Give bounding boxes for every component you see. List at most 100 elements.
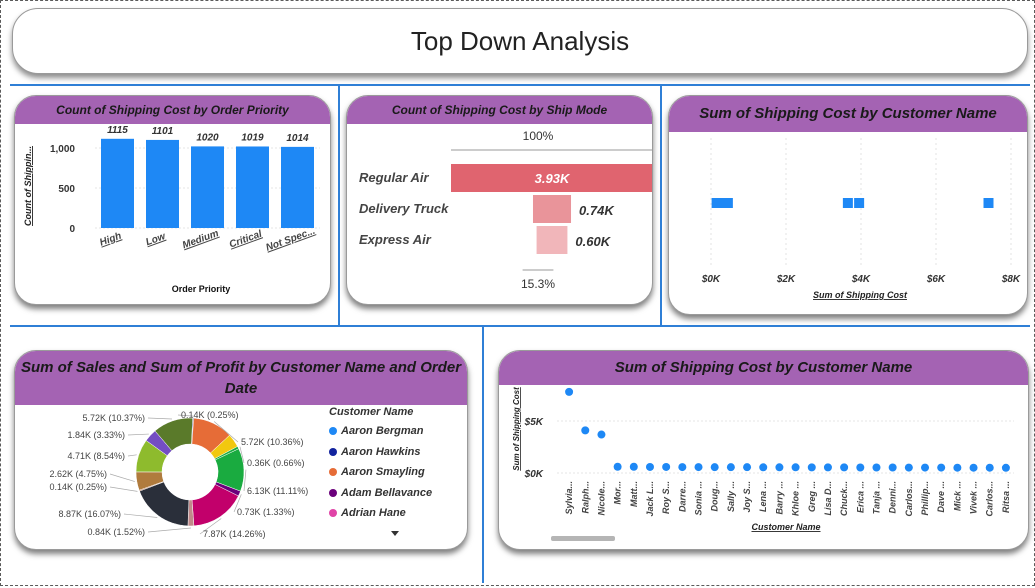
customer-cost-card-large[interactable]: Sum of Shipping Cost by Customer Name $5… [498, 350, 1029, 550]
donut-legend-item[interactable]: Aaron Smayling [329, 466, 425, 478]
horizontal-scrollbar[interactable] [551, 536, 615, 541]
sales-profit-donut-chart: 0.14K (0.25%) 5.72K (10.36%) 0.36K (0.66%)… [49, 410, 308, 539]
donut-leader-line [147, 527, 191, 533]
donut-data-label: 4.71K (8.54%) [67, 451, 125, 461]
scatter-large-category-label: Phillip... [920, 481, 930, 516]
scatter-small-xtick-label: $4K [851, 274, 871, 285]
donut-data-label: 8.87K (16.07%) [58, 509, 121, 519]
donut-legend-label: Aaron Bergman [341, 425, 424, 437]
legend-scroll-down-icon[interactable] [391, 531, 399, 536]
legend-marker-icon [329, 447, 337, 456]
donut-data-label: 0.36K (0.66%) [247, 458, 305, 468]
scatter-large-ytick-label: $0K [524, 469, 544, 480]
scatter-large-category-label: Dave ... [936, 481, 946, 513]
donut-data-label: 0.73K (1.33%) [237, 507, 295, 517]
dashboard-title-box: Top Down Analysis [12, 8, 1028, 74]
divider-right-top [660, 84, 662, 326]
priority-bar [191, 146, 224, 228]
funnel-category-label: Delivery Truck [359, 201, 449, 216]
scatter-large-point [1001, 463, 1010, 472]
scatter-large-point [581, 426, 590, 435]
donut-leader-line [123, 513, 158, 518]
funnel-data-label: 0.74K [579, 203, 615, 218]
donut-leader-line [109, 486, 138, 492]
priority-bar [146, 139, 179, 228]
donut-data-label: 6.13K (11.11%) [247, 486, 308, 496]
shipmode-chart-card[interactable]: Count of Shipping Cost by Ship Mode 100%… [346, 95, 653, 305]
scatter-small-xtick-label: $8K [1001, 274, 1021, 285]
priority-chart-title: Count of Shipping Cost by Order Priority [15, 96, 330, 124]
shipmode-funnel-chart: 100% Regular Air 3.93K Delivery Truck 0.74K E… [359, 129, 652, 291]
donut-data-label: 1.84K (3.33%) [67, 430, 125, 440]
priority-chart-card[interactable]: Count of Shipping Cost by Order Priority… [14, 95, 331, 305]
sales-profit-card[interactable]: Sum of Sales and Sum of Profit by Custom… [14, 350, 468, 550]
scatter-large-category-label: Sally ... [726, 481, 736, 512]
scatter-large-category-label: Tanja ... [871, 481, 881, 514]
scatter-large-point [856, 463, 865, 472]
priority-x-axis-title: Order Priority [172, 284, 231, 294]
donut-legend-item[interactable]: Adrian Hane [329, 507, 406, 519]
scatter-large-category-label: Greg ... [807, 481, 817, 512]
divider-middle [10, 325, 1030, 327]
scatter-large-point [775, 463, 784, 472]
scatter-large-point [904, 463, 913, 472]
scatter-large-category-label: Mick ... [952, 481, 962, 511]
priority-data-label: 1020 [196, 132, 219, 143]
priority-data-label: 1101 [152, 126, 174, 137]
donut-legend-item[interactable]: Aaron Hawkins [329, 446, 420, 458]
priority-bar-chart: 1,000 500 0 1115 High 1101 Low 1020 Medium 1019 Cr… [23, 125, 320, 294]
priority-category-label: Low [144, 231, 168, 249]
scatter-small-xtick-label: $2K [776, 274, 796, 285]
legend-marker-icon [329, 488, 337, 497]
donut-legend-label: Aaron Smayling [341, 466, 425, 478]
donut-data-label: 0.84K (1.52%) [87, 527, 145, 537]
scatter-large-point [969, 463, 978, 472]
priority-data-label: 1019 [241, 132, 264, 143]
customer-cost-title-large: Sum of Shipping Cost by Customer Name [499, 351, 1028, 385]
scatter-large-category-label: Doug... [710, 481, 720, 512]
funnel-category-label: Express Air [359, 232, 432, 247]
priority-category-label: Medium [181, 228, 220, 251]
scatter-large-category-label: Darre... [677, 481, 687, 512]
priority-bar [236, 146, 269, 228]
donut-legend-item[interactable]: Aaron Bergman [329, 425, 424, 437]
funnel-bar [532, 195, 572, 223]
scatter-large-category-label: Jack L... [645, 481, 655, 517]
priority-y-axis-title: Count of Shippin... [23, 146, 33, 226]
customer-cost-card-small[interactable]: Sum of Shipping Cost by Customer Name $0… [668, 95, 1028, 315]
scatter-large-point [823, 463, 832, 472]
priority-ytick-label: 1,000 [50, 144, 75, 155]
donut-data-label: 2.62K (4.75%) [49, 469, 107, 479]
priority-category-label: Not Spec... [264, 226, 316, 254]
scatter-large-point [565, 387, 574, 396]
priority-data-label: 1014 [286, 133, 309, 144]
donut-data-label: 5.72K (10.36%) [241, 437, 304, 447]
scatter-large-category-label: Lisa D... [823, 481, 833, 516]
donut-leader-line [127, 433, 149, 436]
scatter-large-point [629, 462, 638, 471]
scatter-large-category-label: Matt... [629, 481, 639, 507]
scatter-large-point [888, 463, 897, 472]
scatter-large-category-label: Sonia ... [694, 481, 704, 516]
donut-data-label: 5.72K (10.37%) [82, 413, 145, 423]
donut-legend-label: Aaron Hawkins [341, 445, 421, 458]
priority-ytick-label: 500 [58, 184, 75, 195]
scatter-large-category-label: Joy S... [742, 481, 752, 513]
scatter-large-point [807, 463, 816, 472]
scatter-large-point [597, 430, 606, 439]
scatter-large-point [985, 463, 994, 472]
scatter-large-point [645, 462, 654, 471]
donut-leader-line [127, 454, 137, 457]
funnel-bottom-percent: 15.3% [521, 277, 555, 291]
funnel-top-percent: 100% [523, 129, 554, 143]
priority-ytick-label: 0 [69, 224, 75, 235]
priority-category-label: Critical [228, 229, 264, 251]
scatter-large-point [921, 463, 930, 472]
legend-marker-icon [329, 427, 337, 435]
scatter-large-point [662, 462, 671, 471]
scatter-large-point [937, 463, 946, 472]
funnel-bar [536, 226, 568, 254]
scatter-small-point [854, 198, 865, 208]
donut-legend-item[interactable]: Adam Bellavance [329, 487, 432, 499]
scatter-large-point [872, 463, 881, 472]
